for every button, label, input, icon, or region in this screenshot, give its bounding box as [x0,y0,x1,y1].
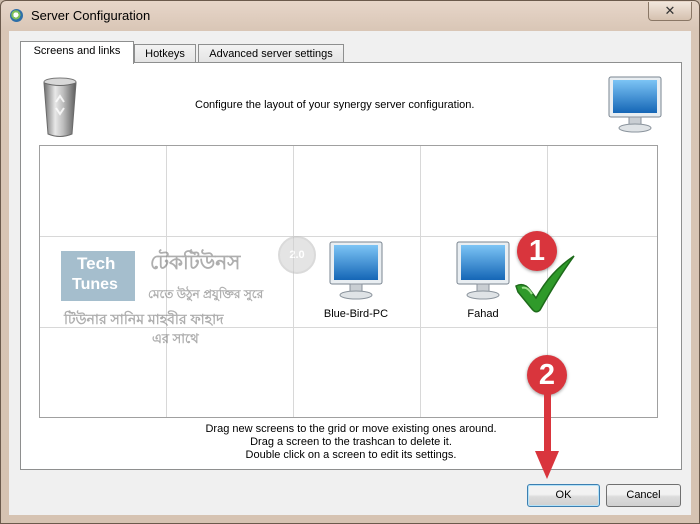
watermark-line-3: টিউনার সানিম মাহবীর ফাহাদ [64,311,224,327]
cancel-button[interactable]: Cancel [606,484,681,507]
monitor-icon [456,241,510,300]
watermark-line-1: টেকটিউনস [150,252,241,274]
title-bar[interactable]: Server Configuration ✕ [1,1,699,31]
instruction-line-2: Drag a screen to the trashcan to delete … [250,436,452,448]
new-screen-monitor-icon[interactable] [607,75,663,140]
watermark-line-4: এর সাথে [152,331,199,346]
panel-header-text: Configure the layout of your synergy ser… [195,99,475,111]
tab-hotkeys[interactable]: Hotkeys [134,44,196,63]
close-button[interactable]: ✕ [648,2,692,21]
instruction-line-1: Drag new screens to the grid or move exi… [205,423,497,435]
watermark-logo-tech: Tech [77,254,116,273]
instructions-text: Drag new screens to the grid or move exi… [21,423,681,462]
watermark-line-2: মেতে উঠুন প্রযুক্তির সুরে [148,287,264,301]
watermark-logo-tunes: Tunes [72,276,118,293]
trashcan-icon[interactable] [40,76,80,140]
dialog-client-area: Screens and links Hotkeys Advanced serve… [9,31,691,515]
annotation-badge-1: 1 [517,231,557,271]
screen-blue-bird-pc[interactable]: Blue-Bird-PC [296,240,416,320]
arrow-down-icon [535,393,559,479]
screens-and-links-panel: Configure the layout of your synergy ser… [20,62,682,470]
screen-name-label: Blue-Bird-PC [323,308,389,320]
server-configuration-window: Server Configuration ✕ Screens and links… [0,0,700,524]
synergy-app-icon [10,9,23,22]
annotation-badge-2: 2 [527,355,567,395]
ok-button[interactable]: OK [527,484,600,507]
tab-screens-and-links[interactable]: Screens and links [20,41,134,64]
instruction-line-3: Double click on a screen to edit its set… [245,449,457,461]
monitor-icon [329,241,383,300]
tab-advanced-server-settings[interactable]: Advanced server settings [198,44,344,63]
window-title: Server Configuration [31,8,151,23]
techtunes-watermark: Tech Tunes 2.0 টেকটিউনস মেতে উঠুন প্রযুক… [40,236,316,351]
